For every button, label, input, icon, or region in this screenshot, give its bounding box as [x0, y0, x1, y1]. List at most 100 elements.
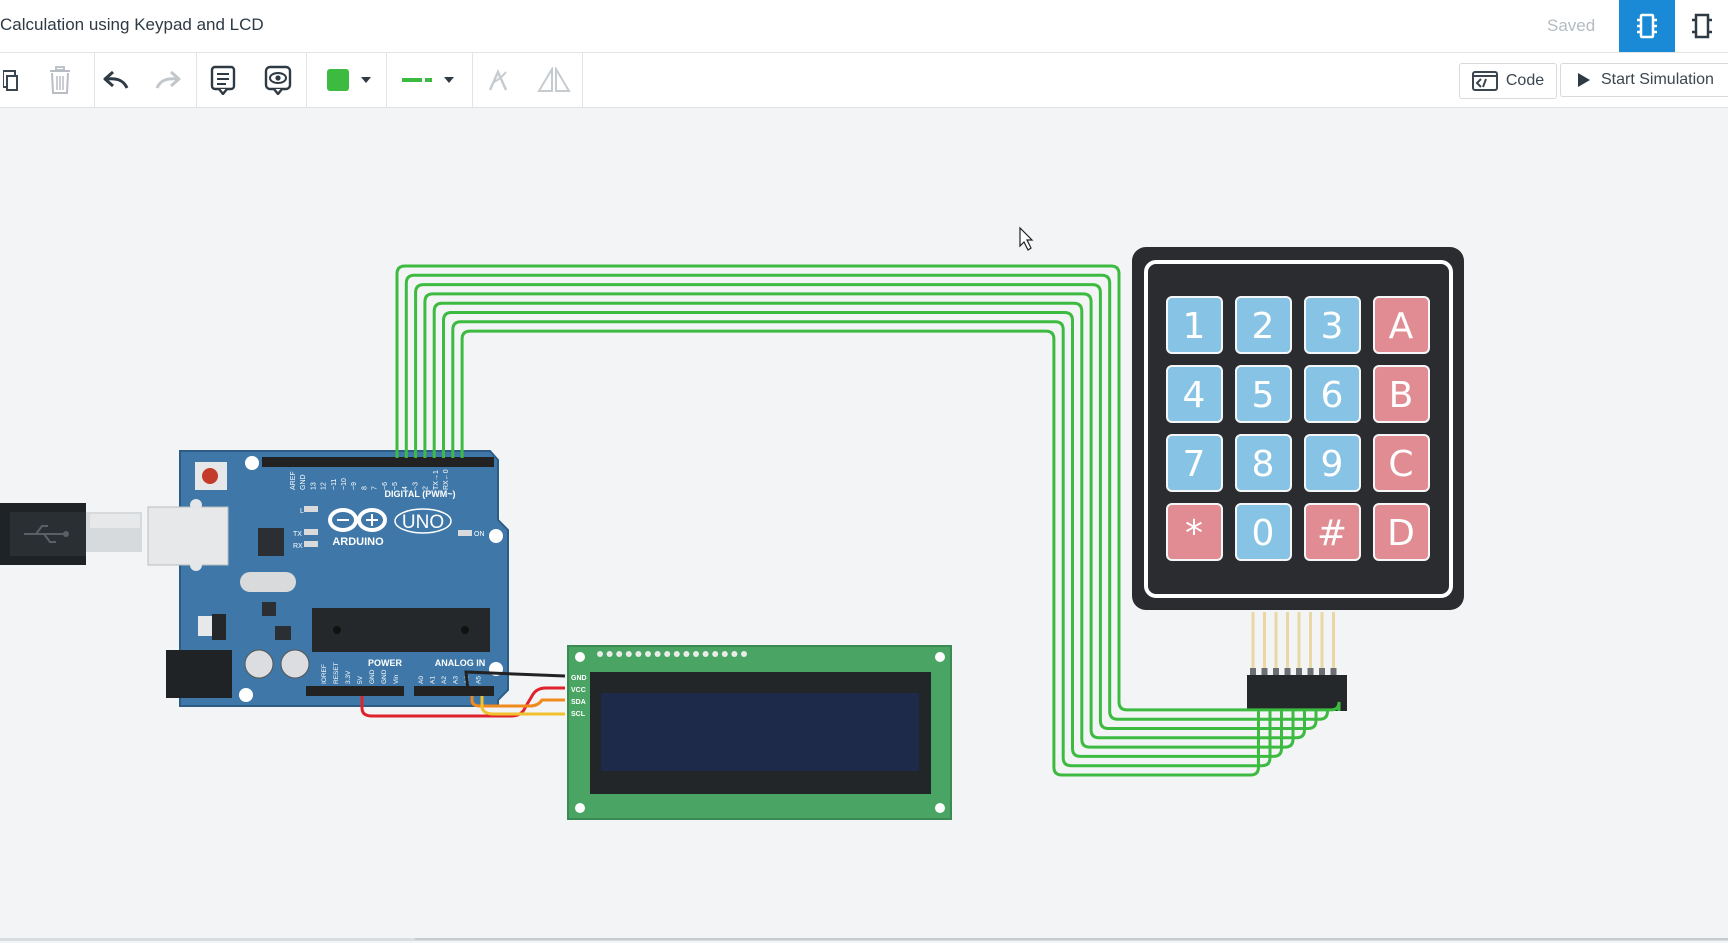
power-pin-label: 3.3V	[345, 670, 352, 684]
play-icon	[1578, 73, 1590, 87]
lcd-pin-label: SDA	[571, 699, 586, 706]
keypad-key[interactable]: 1	[1166, 296, 1223, 354]
led-rx-label: RX	[293, 543, 303, 550]
keypad-key[interactable]: 0	[1235, 503, 1292, 561]
title-bar: Calculation using Keypad and LCD Saved	[0, 0, 1728, 53]
analog-pin-label: A0	[418, 676, 425, 684]
keypad-key[interactable]: D	[1373, 503, 1430, 561]
analog-pin-label: A5	[476, 676, 483, 684]
keypad-key[interactable]: 3	[1304, 296, 1361, 354]
keypad-key[interactable]: 8	[1235, 434, 1292, 492]
keypad-key[interactable]: B	[1373, 365, 1430, 423]
lcd-16x2-i2c[interactable]: GND VCC SDA SCL	[567, 645, 952, 820]
analog-section-label: ANALOG IN	[435, 658, 486, 668]
toolbar-divider	[94, 53, 95, 107]
mouse-cursor-icon	[1019, 226, 1034, 251]
project-title[interactable]: Calculation using Keypad and LCD	[0, 15, 264, 35]
redo-button[interactable]	[150, 53, 186, 107]
caret-down-icon	[444, 77, 454, 83]
digital-pin-label: 4	[402, 486, 409, 490]
keypad-key[interactable]: *	[1166, 503, 1223, 561]
start-simulation-label: Start Simulation	[1601, 71, 1714, 88]
flip-icon	[537, 67, 571, 92]
power-jack	[166, 650, 232, 698]
power-section-label: POWER	[368, 658, 403, 668]
digital-pin-label: ~11	[331, 479, 338, 490]
power-pin-label: GND	[381, 669, 388, 684]
keypad-key[interactable]: A	[1373, 296, 1430, 354]
circuit-view-button[interactable]	[1619, 0, 1675, 52]
keypad-key[interactable]: 4	[1166, 365, 1223, 423]
rotate-button[interactable]	[480, 53, 516, 107]
start-simulation-button[interactable]: Start Simulation	[1560, 63, 1728, 97]
schematic-view-button[interactable]	[1675, 0, 1728, 52]
digital-pin-label: ~6	[382, 482, 389, 490]
copy-icon	[3, 70, 18, 91]
rotate-icon	[488, 69, 508, 91]
digital-pin-label: GND	[300, 474, 307, 490]
keypad-key[interactable]: C	[1373, 434, 1430, 492]
keypad-key-label: *	[1185, 513, 1203, 554]
keypad-key-label: A	[1389, 306, 1414, 347]
power-pin-label: Vin	[393, 674, 400, 684]
circuit-view-icon	[1637, 13, 1657, 39]
wire-style-icon	[402, 78, 432, 82]
undo-button[interactable]	[98, 53, 134, 107]
redo-icon	[155, 70, 181, 89]
digital-pin-label: 2	[423, 486, 430, 490]
led-l-label: L	[300, 508, 304, 515]
keypad-key[interactable]: 5	[1235, 365, 1292, 423]
digital-pin-label: TX→1	[433, 470, 440, 490]
note-icon	[210, 65, 236, 95]
digital-header	[262, 457, 494, 467]
undo-icon	[103, 70, 129, 89]
copy-button[interactable]	[0, 53, 22, 107]
fill-color-picker[interactable]	[314, 53, 384, 107]
code-button[interactable]: Code	[1459, 63, 1557, 99]
power-pin-label: GND	[369, 669, 376, 684]
keypad-key-label: D	[1387, 513, 1415, 554]
power-pin-label: IOREF	[321, 664, 328, 684]
keypad-key-label: 0	[1252, 513, 1275, 554]
keypad-connector	[1247, 675, 1347, 711]
caret-down-icon	[361, 77, 371, 83]
digital-pin-label: 8	[361, 486, 368, 490]
analog-pin-label: A1	[430, 676, 437, 684]
code-button-label: Code	[1505, 72, 1545, 89]
keypad-key-label: 1	[1183, 306, 1206, 347]
circuit-drawing: UNO ARDUINO DIGITAL (PWM~) POWER ANALOG …	[0, 226, 1464, 820]
notes-button[interactable]	[205, 53, 241, 107]
led-tx-label: TX	[293, 531, 302, 538]
schematic-view-icon	[1691, 13, 1712, 39]
keypad-key[interactable]: 7	[1166, 434, 1223, 492]
led-on-label: ON	[474, 531, 485, 538]
circuit-canvas[interactable]: UNO ARDUINO DIGITAL (PWM~) POWER ANALOG …	[0, 108, 1728, 938]
keypad-key-label: 7	[1183, 444, 1206, 485]
delete-button[interactable]	[40, 53, 80, 107]
power-header	[306, 686, 404, 696]
arduino-uno-board[interactable]: UNO ARDUINO DIGITAL (PWM~) POWER ANALOG …	[147, 450, 509, 707]
keypad-key[interactable]: #	[1304, 503, 1361, 561]
board-model-label: UNO	[402, 512, 444, 533]
trash-icon	[50, 66, 70, 94]
power-pin-label: RESET	[333, 662, 340, 684]
keypad-key[interactable]: 6	[1304, 365, 1361, 423]
fill-color-swatch	[327, 69, 349, 91]
toggle-notes-button[interactable]	[260, 53, 296, 107]
keypad-key-label: 5	[1252, 375, 1275, 416]
digital-pin-label: RX←0	[443, 469, 450, 490]
wire-type-picker[interactable]	[390, 53, 466, 107]
digital-pin-label: AREF	[290, 471, 297, 490]
keypad-key[interactable]: 9	[1304, 434, 1361, 492]
keypad-key-label: 4	[1183, 375, 1206, 416]
lcd-screen	[601, 693, 919, 771]
lcd-pin-label: GND	[571, 675, 587, 682]
flip-button[interactable]	[536, 53, 572, 107]
eye-note-icon	[264, 65, 292, 95]
code-editor-icon	[1471, 71, 1498, 91]
bottom-scrollbar[interactable]	[415, 938, 1728, 940]
usb-cable[interactable]	[0, 503, 142, 565]
keypad-key[interactable]: 2	[1235, 296, 1292, 354]
keypad-4x4[interactable]: 1 2 3 A 4 5 6 B 7 8 9 C * 0 # D	[1132, 247, 1464, 711]
keypad-key-label: C	[1388, 444, 1413, 485]
